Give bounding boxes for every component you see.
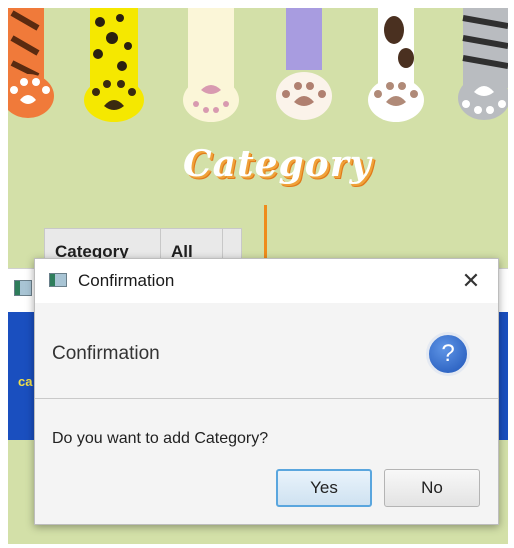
dialog-title: Confirmation: [78, 271, 175, 290]
help-icon: ?: [426, 332, 470, 376]
close-icon[interactable]: ✕: [455, 267, 487, 295]
dialog-message: Do you want to add Category?: [52, 430, 269, 447]
dialog-header-text: Confirmation: [52, 343, 160, 364]
banner-text: ca: [18, 374, 33, 389]
page-title: Category: [183, 143, 372, 185]
confirmation-dialog: Confirmation ✕ Confirmation ? Do you wan…: [34, 258, 499, 525]
dialog-header: Confirmation ?: [35, 303, 498, 399]
window-icon: [49, 273, 67, 287]
cat-paws-banner-icon: [8, 8, 508, 122]
dialog-titlebar[interactable]: Confirmation ✕: [35, 259, 498, 303]
no-button[interactable]: No: [384, 469, 480, 507]
yes-button[interactable]: Yes: [276, 469, 372, 507]
background-window-icon: [14, 280, 32, 296]
divider-line: [264, 205, 267, 265]
